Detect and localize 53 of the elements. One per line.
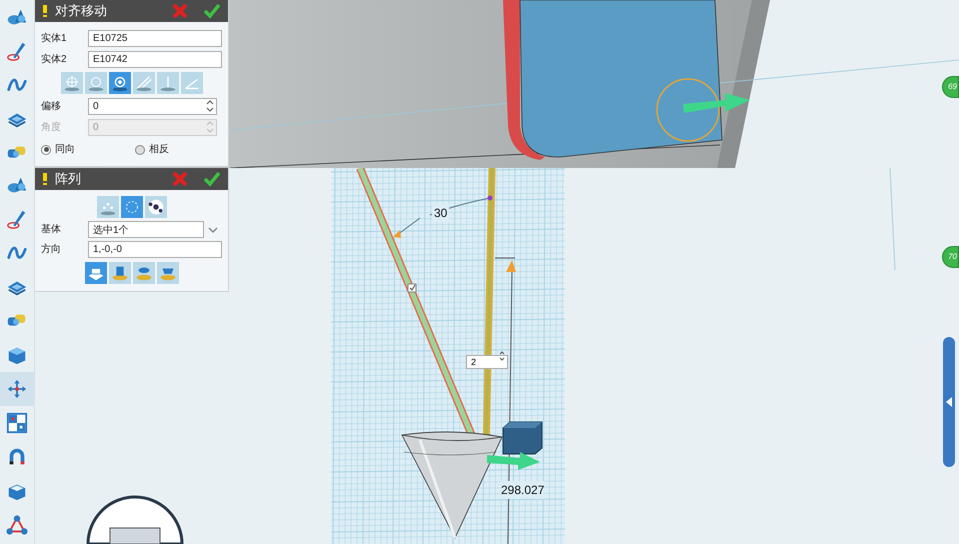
side-panel-toggle[interactable] bbox=[943, 337, 955, 467]
radio-option[interactable]: 同向 bbox=[41, 142, 75, 157]
checkbox-icon[interactable] bbox=[408, 284, 416, 292]
selection-ring bbox=[656, 78, 720, 142]
move-arrow-handle[interactable] bbox=[487, 452, 540, 470]
field-label: 基体 bbox=[41, 222, 62, 237]
input-field[interactable]: E10742 bbox=[88, 51, 222, 68]
badge: 69 bbox=[942, 76, 959, 98]
move-arrow-handle[interactable] bbox=[683, 93, 750, 113]
radio-icon[interactable] bbox=[135, 144, 145, 154]
warning-icon bbox=[43, 173, 47, 185]
stepper-icon[interactable] bbox=[499, 351, 505, 361]
pen-icon bbox=[6, 208, 28, 230]
warning-icon bbox=[43, 5, 47, 17]
align-mode-button[interactable] bbox=[60, 72, 82, 94]
panel-title: 对齐移动 bbox=[55, 2, 108, 20]
stepper-icon[interactable] bbox=[206, 100, 214, 112]
triangle-nodes-icon bbox=[6, 514, 28, 536]
chevron-down-icon[interactable] bbox=[208, 226, 218, 234]
field-label: 偏移 bbox=[41, 100, 62, 114]
field-label: 角度 bbox=[41, 120, 62, 135]
confirm-button[interactable] bbox=[204, 3, 220, 19]
count-spinner[interactable]: 2 bbox=[466, 355, 508, 369]
pen-icon bbox=[6, 40, 28, 62]
field-label: 实体1 bbox=[41, 32, 68, 46]
input-field[interactable]: E10725 bbox=[88, 30, 222, 47]
align-mode-button[interactable] bbox=[156, 72, 178, 94]
tool-button[interactable] bbox=[0, 372, 34, 406]
collapse-icon bbox=[946, 397, 952, 407]
align-mode-button[interactable] bbox=[84, 72, 106, 94]
radio-option[interactable]: 相反 bbox=[135, 142, 169, 157]
ball-icon bbox=[146, 197, 166, 217]
align-mode-button[interactable] bbox=[132, 72, 154, 94]
array-option-button[interactable] bbox=[108, 262, 130, 284]
input-field[interactable]: 1,-0,-0 bbox=[88, 241, 222, 258]
view-cube-drawing[interactable] bbox=[86, 496, 184, 544]
confirm-button[interactable] bbox=[204, 171, 220, 187]
dropdown-field[interactable]: 选中1个 bbox=[88, 221, 204, 238]
align-mode-button[interactable] bbox=[108, 72, 130, 94]
spin-field[interactable]: 0 bbox=[88, 98, 217, 115]
array-option-button[interactable] bbox=[156, 262, 178, 284]
field-label: 方向 bbox=[41, 242, 62, 257]
panel-title: 阵列 bbox=[55, 170, 82, 188]
field-label: 实体2 bbox=[41, 52, 68, 67]
array-option-button[interactable] bbox=[84, 262, 106, 284]
distance-label: 298.027 bbox=[501, 481, 544, 499]
radio-icon[interactable] bbox=[41, 144, 51, 154]
badge: 70 bbox=[942, 246, 959, 268]
array-option-button[interactable] bbox=[132, 262, 154, 284]
move-icon bbox=[6, 378, 28, 400]
cube-handle[interactable] bbox=[502, 422, 542, 454]
angle-label: 30 bbox=[432, 204, 450, 222]
array-mode-button[interactable] bbox=[144, 196, 166, 218]
